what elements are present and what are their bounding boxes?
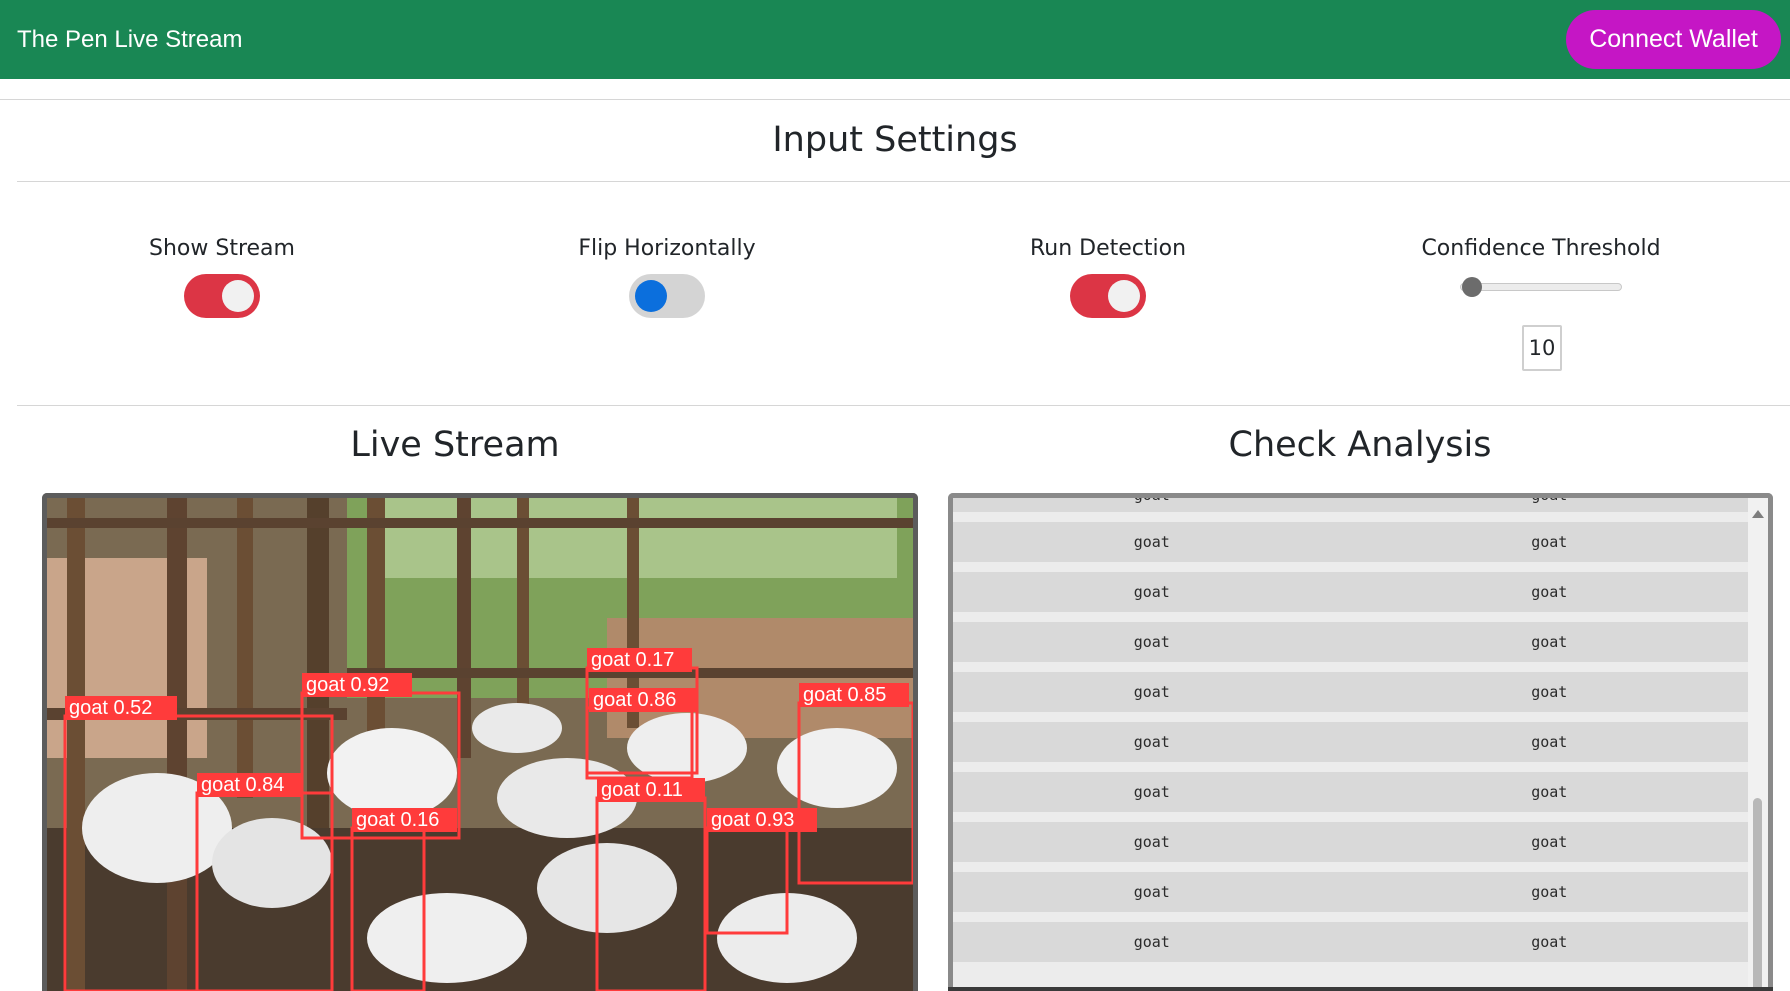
confidence-threshold-setting: Confidence Threshold <box>1391 236 1691 261</box>
table-cell: goat <box>1531 933 1568 951</box>
table-cell: goat <box>1531 533 1568 551</box>
confidence-slider-track[interactable] <box>1460 283 1622 291</box>
table-cell: goat <box>1133 783 1170 801</box>
toggle-knob <box>1108 280 1140 312</box>
table-cell: goat <box>1133 683 1170 701</box>
table-cell: goat <box>1133 633 1170 651</box>
table-cell: goat <box>1133 883 1170 901</box>
divider <box>0 99 1790 100</box>
run-detection-toggle[interactable] <box>1070 274 1146 318</box>
detection-label: goat 0.86 <box>593 689 676 711</box>
table-row: goat goat <box>953 872 1748 912</box>
table-cell: goat <box>1531 683 1568 701</box>
input-settings-title: Input Settings <box>772 120 1018 160</box>
table-cell: goat <box>1531 633 1568 651</box>
table-row: goat goat <box>953 822 1748 862</box>
table-row: goat goat <box>953 772 1748 812</box>
check-analysis-panel[interactable]: goat goat goat goat goat goat goat goat … <box>948 493 1773 991</box>
toggle-knob <box>635 280 667 312</box>
table-row: goat goat <box>953 672 1748 712</box>
confidence-value: 10 <box>1522 325 1562 371</box>
brand-title[interactable]: The Pen Live Stream <box>17 26 242 54</box>
confidence-threshold-label: Confidence Threshold <box>1421 236 1661 261</box>
table-cell: goat <box>1133 833 1170 851</box>
table-row: goat goat <box>953 572 1748 612</box>
check-analysis-title: Check Analysis <box>1228 425 1492 465</box>
table-cell: goat <box>1531 733 1568 751</box>
live-stream-frame: goat 0.52 goat 0.92 goat 0.17 goat 0.86 … <box>42 493 918 991</box>
detection-label: goat 0.17 <box>591 649 674 671</box>
detection-label: goat 0.84 <box>201 774 284 796</box>
table-row: goat goat <box>953 522 1748 562</box>
bottom-edge <box>948 987 1773 991</box>
table-row: goat goat <box>953 622 1748 662</box>
confidence-slider-thumb[interactable] <box>1462 277 1482 297</box>
table-cell: goat <box>1531 833 1568 851</box>
table-cell: goat <box>1133 733 1170 751</box>
run-detection-label: Run Detection <box>1029 236 1187 261</box>
table-cell: goat <box>1531 883 1568 901</box>
table-cell: goat <box>1531 493 1568 504</box>
flip-horizontally-toggle[interactable] <box>629 274 705 318</box>
detection-label: goat 0.85 <box>803 684 886 706</box>
flip-horizontally-label: Flip Horizontally <box>578 236 756 261</box>
table-cell: goat <box>1133 583 1170 601</box>
show-stream-toggle[interactable] <box>184 274 260 318</box>
live-stream-title: Live Stream <box>350 425 560 465</box>
table-cell: goat <box>1531 583 1568 601</box>
show-stream-setting: Show Stream <box>72 236 372 322</box>
table-row: goat goat <box>953 493 1748 512</box>
scrollbar[interactable] <box>1748 498 1768 991</box>
show-stream-label: Show Stream <box>149 236 295 261</box>
detection-label: goat 0.93 <box>711 809 794 831</box>
detection-label: goat 0.92 <box>306 674 389 696</box>
detection-label: goat 0.52 <box>69 697 152 719</box>
run-detection-setting: Run Detection <box>958 236 1258 322</box>
table-cell: goat <box>1133 493 1170 504</box>
toggle-knob <box>222 280 254 312</box>
connect-wallet-button[interactable]: Connect Wallet <box>1566 10 1781 69</box>
table-cell: goat <box>1133 533 1170 551</box>
table-cell: goat <box>1133 933 1170 951</box>
scroll-thumb[interactable] <box>1753 798 1762 991</box>
scroll-up-arrow-icon[interactable] <box>1752 510 1764 518</box>
analysis-table: goat goat goat goat goat goat goat goat … <box>953 493 1748 972</box>
divider <box>17 405 1790 406</box>
table-cell: goat <box>1531 783 1568 801</box>
detection-label: goat 0.11 <box>601 779 683 801</box>
detection-label: goat 0.16 <box>356 809 439 831</box>
table-row: goat goat <box>953 922 1748 962</box>
flip-horizontally-setting: Flip Horizontally <box>517 236 817 322</box>
video-feed: goat 0.52 goat 0.92 goat 0.17 goat 0.86 … <box>47 498 913 991</box>
navbar: The Pen Live Stream Connect Wallet <box>0 0 1790 79</box>
table-row: goat goat <box>953 722 1748 762</box>
divider <box>17 181 1790 182</box>
